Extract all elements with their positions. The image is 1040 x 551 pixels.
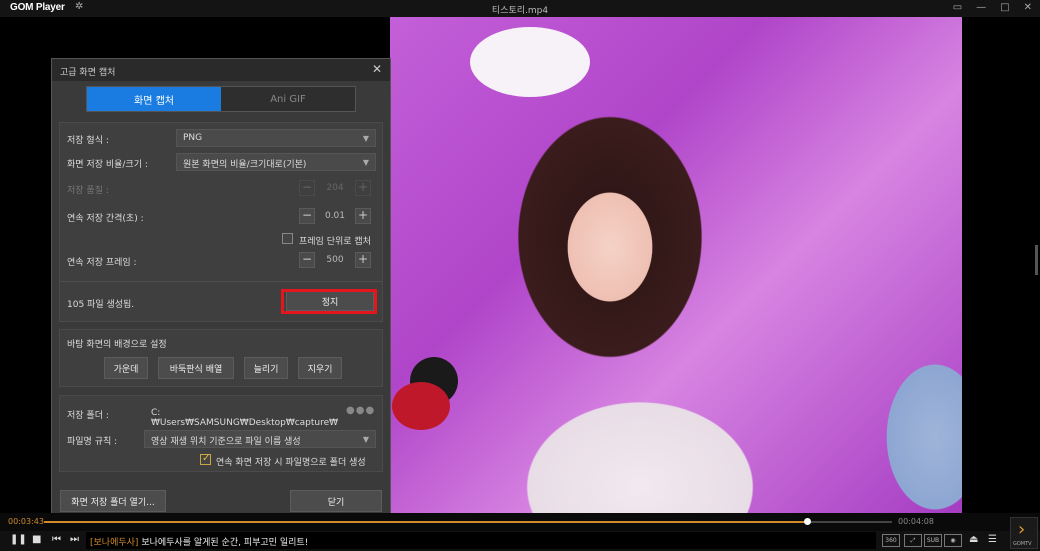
next-icon[interactable]: ⏭ xyxy=(70,534,79,545)
chevron-down-icon: ▼ xyxy=(362,435,369,444)
interval-value[interactable]: 0.01 xyxy=(315,211,355,221)
capture-icon[interactable]: ◉ xyxy=(944,534,962,547)
format-label: 저장 형식 : xyxy=(67,136,109,146)
frame-unit-checkbox[interactable] xyxy=(282,233,293,244)
gomtv-label: GOMTV xyxy=(1013,541,1032,547)
clear-button[interactable]: 지우기 xyxy=(298,357,342,379)
naming-select[interactable]: 영상 재생 위치 기준으로 파일 이름 생성 ▼ xyxy=(144,430,376,448)
minus-icon[interactable]: − xyxy=(299,252,315,268)
ticker-text: 보나에두사를 알게된 순간, 피부고민 일리트! xyxy=(141,538,309,548)
pause-icon[interactable]: ❚❚ xyxy=(10,534,27,545)
player-controls: ❚❚ ■ ⏮ ⏭ [보나에두사] 보나에두사를 알게된 순간, 피부고민 일리트… xyxy=(0,531,1040,551)
chevron-right-icon: › xyxy=(1018,519,1026,540)
subtitle-icon[interactable]: SUB xyxy=(924,534,942,547)
center-button[interactable]: 가운데 xyxy=(104,357,148,379)
side-scroll-handle[interactable] xyxy=(1035,245,1038,275)
close-button[interactable]: 닫기 xyxy=(290,490,382,512)
advanced-capture-dialog: 고급 화면 캡처 ✕ 화면 캡처 Ani GIF 저장 형식 : PNG ▼ 화… xyxy=(51,58,391,519)
open-folder-button[interactable]: 화면 저장 폴더 열기... xyxy=(60,490,166,512)
frames-stepper: − 500 + xyxy=(299,251,371,269)
letterbox xyxy=(962,17,1040,513)
frames-label: 연속 저장 프레임 : xyxy=(67,258,137,268)
title-bar: GOM Player ✲ 티스토리.mp4 ▭ — □ ✕ xyxy=(0,0,1040,17)
interval-label: 연속 저장 간격(초) : xyxy=(67,214,144,224)
ratio-label: 화면 저장 비율/크기 : xyxy=(67,160,148,170)
progress-fill xyxy=(44,521,808,523)
folder-by-name-label: 연속 화면 저장 시 파일명으로 폴더 생성 xyxy=(216,458,366,468)
plus-icon[interactable]: + xyxy=(355,252,371,268)
frames-value[interactable]: 500 xyxy=(315,255,355,265)
browse-dots-icon[interactable]: ●●● xyxy=(346,405,375,416)
video-frame[interactable] xyxy=(390,17,962,513)
menu-icon[interactable]: ☰ xyxy=(988,534,997,545)
dialog-title: 고급 화면 캡처 xyxy=(60,68,116,78)
minus-icon[interactable]: − xyxy=(299,208,315,224)
tile-button[interactable]: 바둑판식 배열 xyxy=(158,357,234,379)
folder-label: 저장 폴더 : xyxy=(67,411,109,421)
status-text: 105 파일 생성됨. xyxy=(67,300,135,310)
stop-icon[interactable]: ■ xyxy=(32,534,41,545)
quality-label: 저장 품질 : xyxy=(67,186,109,196)
total-time: 00:04:08 xyxy=(898,517,934,526)
pin-icon[interactable]: ▭ xyxy=(953,2,962,13)
hair-bow-shape xyxy=(470,27,590,97)
stretch-button[interactable]: 늘리기 xyxy=(244,357,288,379)
frame-unit-label: 프레임 단위로 캡처 xyxy=(299,237,371,247)
minimize-icon[interactable]: — xyxy=(976,2,986,13)
gomtv-button[interactable]: › GOMTV xyxy=(1010,517,1038,549)
current-time: 00:03:43 xyxy=(8,517,44,526)
wallpaper-header: 바탕 화면의 배경으로 설정 xyxy=(67,340,167,350)
360-icon[interactable]: 360 xyxy=(882,534,900,547)
ticker-tag: [보나에두사] xyxy=(90,538,139,548)
divider xyxy=(60,281,382,282)
close-icon[interactable]: ✕ xyxy=(1024,2,1032,13)
fit-icon[interactable]: ⤢ xyxy=(904,534,922,547)
tab-ani-gif[interactable]: Ani GIF xyxy=(221,87,355,111)
progress-track[interactable] xyxy=(44,518,892,525)
window-title: 티스토리.mp4 xyxy=(491,6,549,16)
progress-knob[interactable] xyxy=(804,518,812,525)
plus-icon[interactable]: + xyxy=(355,180,371,196)
chevron-down-icon: ▼ xyxy=(362,158,369,167)
folder-input[interactable]: C:₩Users₩SAMSUNG₩Desktop₩capture₩ xyxy=(144,404,338,428)
dialog-close-icon[interactable]: ✕ xyxy=(372,62,382,76)
folder-value: C:₩Users₩SAMSUNG₩Desktop₩capture₩ xyxy=(151,408,339,428)
maximize-icon[interactable]: □ xyxy=(1000,2,1009,13)
capture-tabs: 화면 캡처 Ani GIF xyxy=(86,86,356,112)
highlight-box xyxy=(281,289,377,314)
format-select[interactable]: PNG ▼ xyxy=(176,129,376,147)
rose-shape xyxy=(392,382,450,430)
format-value: PNG xyxy=(183,133,203,143)
naming-label: 파일명 규칙 : xyxy=(67,437,118,447)
tab-screen-capture[interactable]: 화면 캡처 xyxy=(87,87,221,111)
chevron-down-icon: ▼ xyxy=(362,134,369,143)
ratio-select[interactable]: 원본 화면의 비율/크기대로(기본) ▼ xyxy=(176,153,376,171)
save-folder-section: 저장 폴더 : C:₩Users₩SAMSUNG₩Desktop₩capture… xyxy=(59,395,383,472)
eject-icon[interactable]: ⏏ xyxy=(969,534,978,545)
quality-stepper: − 204 + xyxy=(299,179,371,197)
ratio-value: 원본 화면의 비율/크기대로(기본) xyxy=(183,160,307,170)
minus-icon[interactable]: − xyxy=(299,180,315,196)
previous-icon[interactable]: ⏮ xyxy=(52,534,61,545)
window-controls: ▭ — □ ✕ xyxy=(953,2,1032,13)
plus-icon[interactable]: + xyxy=(355,208,371,224)
interval-stepper: − 0.01 + xyxy=(299,207,371,225)
folder-by-name-checkbox[interactable] xyxy=(200,453,211,465)
seek-bar: 00:03:43 00:04:08 xyxy=(0,513,1040,531)
dialog-title-bar[interactable]: 고급 화면 캡처 ✕ xyxy=(52,59,390,81)
wallpaper-section: 바탕 화면의 배경으로 설정 가운데 바둑판식 배열 늘리기 지우기 xyxy=(59,329,383,387)
naming-value: 영상 재생 위치 기준으로 파일 이름 생성 xyxy=(151,437,301,447)
ad-ticker[interactable]: [보나에두사] 보나에두사를 알게된 순간, 피부고민 일리트! xyxy=(86,532,876,549)
quality-value: 204 xyxy=(326,183,344,193)
